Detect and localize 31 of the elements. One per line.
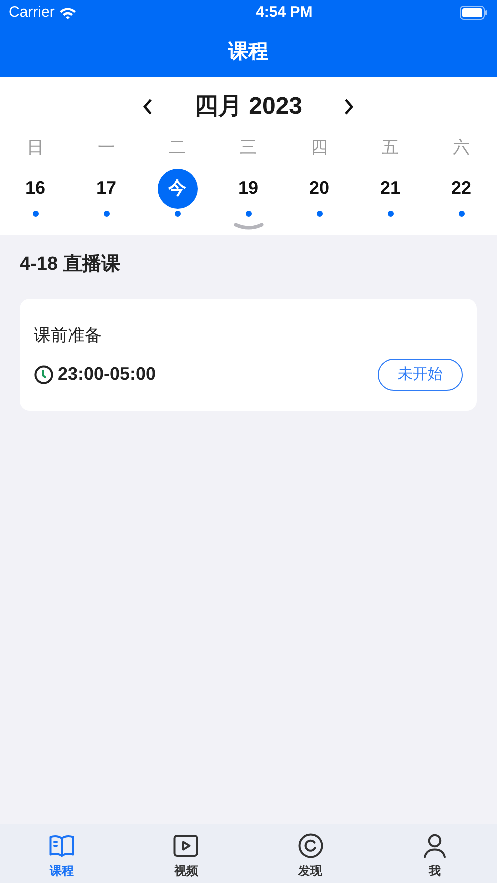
status-badge: 未开始 [378, 358, 463, 391]
month-title: 四月 2023 [194, 92, 303, 122]
wifi-icon [58, 6, 77, 20]
lesson-time: 23:00-05:00 [58, 363, 156, 386]
weekday-label: 日 [27, 137, 44, 159]
carrier-label: Carrier [9, 2, 55, 23]
weekday-label: 四 [311, 137, 328, 159]
day-button[interactable]: 今 [158, 168, 198, 208]
day-button[interactable]: 20 [300, 168, 340, 208]
day-button[interactable]: 21 [370, 168, 410, 208]
weekday-label: 二 [169, 137, 186, 159]
day-button[interactable]: 22 [442, 168, 482, 208]
tab-bar-item[interactable]: 课程 [0, 824, 124, 883]
tab-bar-item[interactable]: 发现 [248, 824, 373, 883]
clock-icon [34, 364, 54, 385]
tab-bar-item[interactable]: 我 [372, 824, 497, 883]
section-title: 4-18 直播课 [20, 254, 120, 274]
day-button[interactable]: 17 [86, 168, 126, 208]
battery-icon [460, 6, 488, 20]
tab-bar-item[interactable]: 视频 [124, 824, 248, 883]
weekday-label: 一 [98, 137, 115, 159]
weekday-label: 六 [453, 137, 470, 159]
weekday-label: 三 [240, 137, 257, 159]
weekday-label: 五 [382, 137, 399, 159]
day-button[interactable]: 16 [16, 168, 56, 208]
chevron-right-icon [342, 98, 355, 116]
chevron-left-icon [142, 98, 154, 116]
status-time: 4:54 PM [256, 2, 313, 23]
page-title: 课程 [228, 40, 268, 64]
day-button[interactable]: 19 [228, 168, 268, 208]
lesson-title: 课前准备 [34, 325, 103, 347]
